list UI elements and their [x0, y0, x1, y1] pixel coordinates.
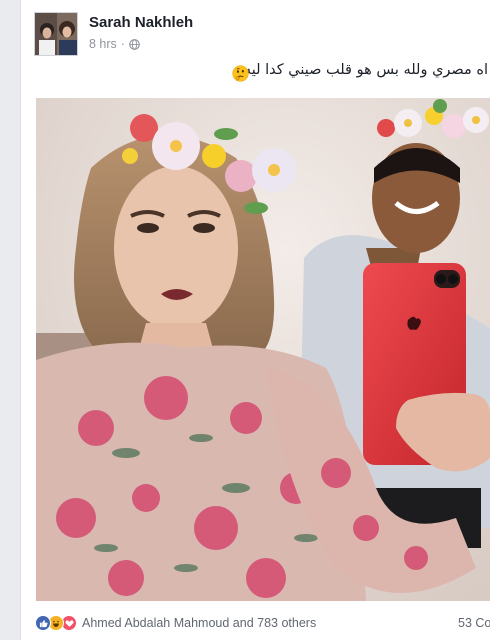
author-name[interactable]: Sarah Nakhleh — [89, 14, 193, 31]
globe-icon[interactable] — [129, 38, 140, 50]
like-icon — [35, 615, 51, 631]
selfie-photo — [36, 98, 490, 601]
post-timestamp[interactable]: 8 hrs — [89, 37, 117, 51]
meta-separator: · — [120, 37, 125, 51]
comments-count[interactable]: 53 Co — [458, 616, 490, 630]
post-text: اه مصري ولله بس هو قلب صيني كدا ليه — [243, 62, 488, 78]
post-photo[interactable] — [36, 98, 490, 601]
post-meta: 8 hrs · — [89, 37, 140, 51]
reactors-summary[interactable]: Ahmed Abdalah Mahmoud and 783 others — [82, 616, 316, 630]
thinking-face-emoji-icon — [232, 65, 249, 82]
reactions-bar[interactable]: Ahmed Abdalah Mahmoud and 783 others — [35, 613, 316, 633]
avatar[interactable] — [34, 12, 78, 56]
avatar-image — [35, 13, 77, 55]
